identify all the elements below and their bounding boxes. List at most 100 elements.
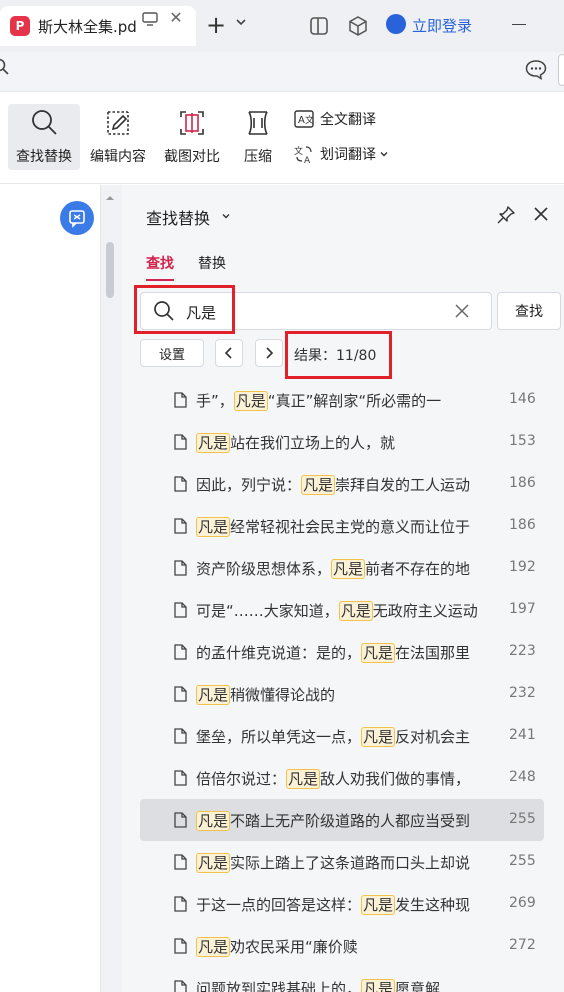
magnifier-icon	[32, 110, 57, 135]
chevron-down-icon[interactable]	[221, 211, 231, 221]
word-translate-tool[interactable]: 文A 划词翻译	[294, 143, 389, 165]
clear-icon[interactable]	[454, 303, 470, 319]
tab-find[interactable]: 查找	[146, 253, 174, 281]
result-page-number: 197	[509, 601, 536, 617]
snippet-after: 无政府主义运动	[372, 602, 478, 620]
translate-icon: A文	[294, 110, 314, 128]
tool-label: 划词翻译	[320, 147, 376, 163]
search-result-item[interactable]: 倍倍尔说过： 凡是 敌人劝我们做的事情， 248	[140, 757, 544, 799]
result-snippet: 凡是 站在我们立场上的人，就	[196, 432, 506, 453]
document-icon	[174, 812, 187, 828]
result-snippet: 凡是 经常轻视社会民主党的意义而让位于	[196, 516, 506, 537]
sidebar-toggle-icon[interactable]	[308, 15, 330, 37]
snippet-after: 稍微懂得论战的	[230, 686, 336, 704]
monitor-icon[interactable]	[142, 12, 158, 26]
tool-label: 截图对比	[164, 149, 220, 165]
result-page-number: 255	[509, 811, 536, 827]
chevron-down-icon	[380, 152, 388, 157]
side-panel-handle[interactable]	[558, 54, 564, 86]
tab-replace[interactable]: 替换	[198, 253, 226, 281]
new-tab-button[interactable]: +	[206, 13, 226, 37]
search-icon[interactable]	[0, 58, 10, 76]
reading-mode-button[interactable]	[60, 201, 94, 235]
next-result-button[interactable]	[255, 339, 283, 367]
document-icon	[174, 770, 187, 786]
snippet-after: 实际上踏上了这条道路而口头上却说	[230, 854, 471, 872]
search-result-item[interactable]: 凡是 经常轻视社会民主党的意义而让位于 186	[140, 505, 544, 547]
result-page-number: 153	[509, 433, 536, 449]
result-snippet: 于这一点的回答是这样： 凡是 发生这种现	[196, 894, 506, 915]
settings-button[interactable]: 设置	[140, 339, 204, 367]
snippet-before: 问题放到实践基础上的，	[196, 980, 362, 992]
previous-result-button[interactable]	[215, 339, 243, 367]
cube-icon[interactable]	[347, 15, 369, 37]
user-avatar-icon[interactable]	[386, 14, 406, 34]
snippet-before: 因此，列宁说：	[196, 476, 302, 494]
edit-content-tool[interactable]: 编辑内容	[86, 104, 150, 170]
search-result-item[interactable]: 于这一点的回答是这样： 凡是 发生这种现 269	[140, 883, 544, 925]
thumbnail-pane	[0, 185, 100, 992]
close-panel-icon[interactable]	[532, 205, 550, 223]
close-tab-icon[interactable]: ✕	[168, 10, 184, 26]
result-page-number: 186	[509, 475, 536, 491]
scroll-up-arrow[interactable]	[105, 193, 115, 203]
chevron-down-icon[interactable]	[235, 16, 247, 28]
document-icon	[174, 392, 187, 408]
search-result-item[interactable]: 的孟什维克说道：是的， 凡是 在法国那里 223	[140, 631, 544, 673]
search-result-item[interactable]: 凡是 稍微懂得论战的 232	[140, 673, 544, 715]
compress-tool[interactable]: 压缩	[236, 104, 280, 170]
result-page-number: 223	[509, 643, 536, 659]
snippet-after: 经常轻视社会民主党的意义而让位于	[230, 518, 471, 536]
search-result-item[interactable]: 堡垒，所以单凭这一点， 凡是 反对机会主 241	[140, 715, 544, 757]
snippet-before: 手”，	[196, 392, 234, 410]
document-icon	[174, 602, 187, 618]
search-result-item[interactable]: 问题放到实践基础上的， 凡是 愿意解	[140, 967, 544, 992]
match-highlight: 凡是	[196, 811, 231, 831]
chat-bubble-icon[interactable]	[524, 58, 548, 80]
document-tab[interactable]: P 斯大林全集.pdf	[0, 6, 196, 46]
match-highlight: 凡是	[196, 517, 231, 537]
pane-divider	[100, 185, 122, 992]
search-result-item[interactable]: 凡是 劝农民采用“廉价赎 272	[140, 925, 544, 967]
panel-title[interactable]: 查找替换	[146, 205, 210, 229]
find-button[interactable]: 查找	[497, 292, 561, 330]
find-replace-tool[interactable]: 查找替换	[8, 104, 80, 170]
snippet-before: 倍倍尔说过：	[196, 770, 287, 788]
pin-icon[interactable]	[496, 205, 516, 225]
search-result-item[interactable]: 资产阶级思想体系， 凡是 前者不存在的地 192	[140, 547, 544, 589]
search-result-item[interactable]: 因此，列宁说： 凡是 崇拜自发的工人运动 186	[140, 463, 544, 505]
document-icon	[174, 644, 187, 660]
tab-title: 斯大林全集.pdf	[38, 17, 136, 36]
snippet-after: 站在我们立场上的人，就	[230, 434, 396, 452]
search-result-item[interactable]: 可是“……大家知道， 凡是 无政府主义运动 197	[140, 589, 544, 631]
svg-text:文: 文	[294, 145, 303, 157]
result-snippet: 凡是 实际上踏上了这条道路而口头上却说	[196, 852, 506, 873]
match-highlight: 凡是	[196, 853, 231, 873]
results-scrollbar[interactable]	[556, 379, 564, 992]
search-result-item[interactable]: 手”， 凡是 “真正”解剖家“所必需的一 146	[140, 379, 544, 421]
result-snippet: 资产阶级思想体系， 凡是 前者不存在的地	[196, 558, 506, 579]
search-result-item[interactable]: 凡是 不踏上无产阶级道路的人都应当受到 255	[140, 799, 544, 841]
toolbar	[0, 92, 564, 184]
screenshot-compare-tool[interactable]: 截图对比	[158, 104, 226, 170]
word-translate-icon: 文A	[294, 145, 312, 164]
snippet-after: “真正”解剖家“所必需的一	[267, 392, 442, 410]
snippet-after: 愿意解	[395, 980, 441, 992]
document-icon	[174, 686, 187, 702]
result-page-number: 146	[509, 391, 536, 407]
minimize-window-button[interactable]	[512, 24, 526, 25]
result-snippet: 问题放到实践基础上的， 凡是 愿意解	[196, 978, 506, 992]
full-translate-tool[interactable]: A文 全文翻译	[294, 108, 376, 130]
result-snippet: 凡是 稍微懂得论战的	[196, 684, 506, 705]
login-link[interactable]: 立即登录	[412, 15, 472, 36]
search-result-item[interactable]: 凡是 站在我们立场上的人，就 153	[140, 421, 544, 463]
match-highlight: 凡是	[196, 685, 231, 705]
search-result-item[interactable]: 凡是 实际上踏上了这条道路而口头上却说 255	[140, 841, 544, 883]
scrollbar-thumb[interactable]	[106, 242, 114, 298]
result-page-number: 232	[509, 685, 536, 701]
result-snippet: 凡是 劝农民采用“廉价赎	[196, 936, 506, 957]
snippet-after: 反对机会主	[395, 728, 471, 746]
result-snippet: 凡是 不踏上无产阶级道路的人都应当受到	[196, 810, 506, 831]
result-snippet: 因此，列宁说： 凡是 崇拜自发的工人运动	[196, 474, 506, 495]
document-icon	[174, 518, 187, 534]
